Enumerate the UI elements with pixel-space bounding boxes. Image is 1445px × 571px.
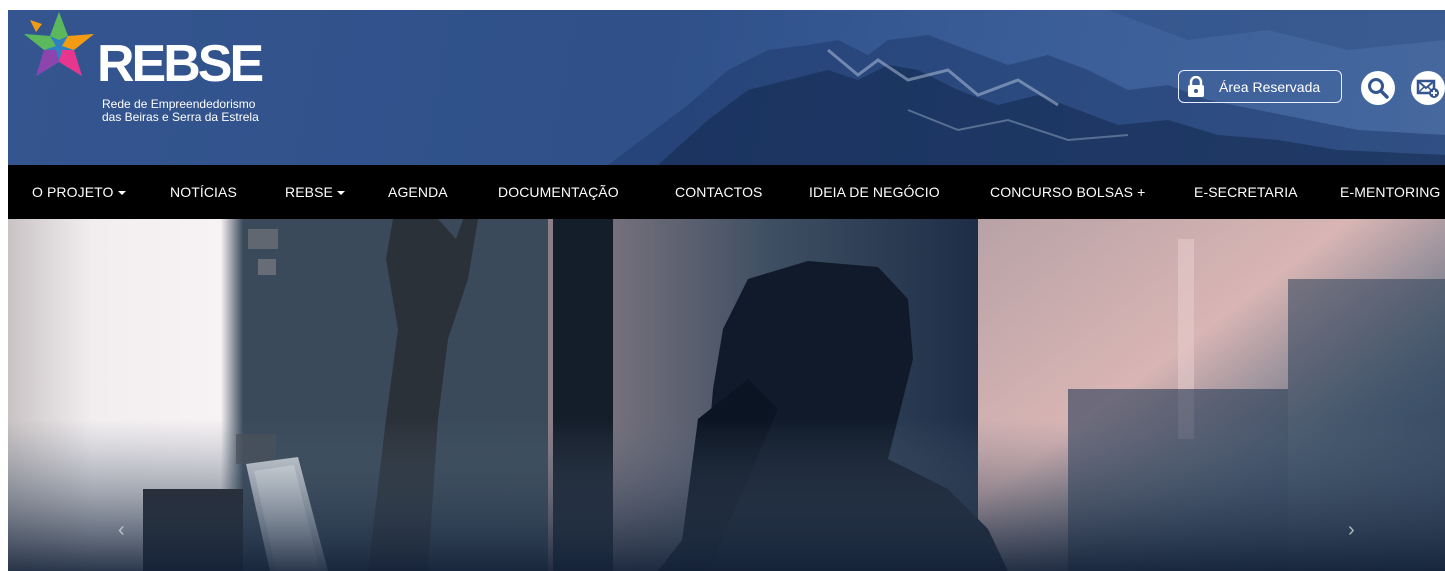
logo-tagline: Rede de Empreendedorismo das Beiras e Se… bbox=[102, 98, 302, 124]
nav-item-rebse[interactable]: REBSE bbox=[285, 165, 345, 219]
logo-wordmark: REBSE bbox=[97, 35, 264, 93]
nav-item-label: CONTACTOS bbox=[675, 184, 763, 200]
carousel-next-button[interactable]: › bbox=[1348, 519, 1355, 542]
nav-item-agenda[interactable]: AGENDA bbox=[388, 165, 448, 219]
nav-item-label: DOCUMENTAÇÃO bbox=[498, 184, 619, 200]
hero-carousel: ‹ › bbox=[8, 219, 1445, 571]
nav-item-contactos[interactable]: CONTACTOS bbox=[675, 165, 763, 219]
mail-add-icon bbox=[1416, 79, 1439, 98]
caret-down-icon bbox=[336, 191, 345, 196]
nav-item-label: E-SECRETARIA bbox=[1194, 184, 1298, 200]
search-icon bbox=[1368, 78, 1389, 99]
nav-item-e-mentoring[interactable]: E-MENTORING bbox=[1340, 165, 1440, 219]
nav-item-label: REBSE bbox=[285, 184, 333, 200]
nav-item-label: NOTÍCIAS bbox=[170, 184, 237, 200]
lock-icon bbox=[1188, 75, 1204, 97]
carousel-prev-button[interactable]: ‹ bbox=[118, 519, 125, 542]
nav-item-documentacao[interactable]: DOCUMENTAÇÃO bbox=[498, 165, 619, 219]
nav-item-label: E-MENTORING bbox=[1340, 184, 1441, 200]
nav-item-concurso-bolsas[interactable]: CONCURSO BOLSAS + bbox=[990, 165, 1145, 219]
site-logo[interactable]: REBSE Rede de Empreendedorismo das Beira… bbox=[22, 10, 312, 140]
area-reservada-button[interactable]: Área Reservada bbox=[1178, 70, 1342, 103]
nav-item-noticias[interactable]: NOTÍCIAS bbox=[170, 165, 237, 219]
logo-tagline-line2: das Beiras e Serra da Estrela bbox=[102, 110, 259, 124]
nav-item-o-projeto[interactable]: O PROJETO bbox=[32, 165, 126, 219]
main-navigation: O PROJETO NOTÍCIAS REBSE AGENDA DOCUMENT… bbox=[8, 165, 1445, 219]
site-header: REBSE Rede de Empreendedorismo das Beira… bbox=[8, 10, 1445, 165]
nav-item-ideia-de-negocio[interactable]: IDEIA DE NEGÓCIO bbox=[809, 165, 940, 219]
star-logo-icon bbox=[24, 12, 94, 76]
caret-down-icon bbox=[117, 191, 126, 196]
search-button[interactable] bbox=[1361, 71, 1395, 105]
hero-image bbox=[8, 219, 1445, 571]
area-reservada-label: Área Reservada bbox=[1219, 78, 1321, 95]
page: REBSE Rede de Empreendedorismo das Beira… bbox=[0, 0, 1445, 571]
nav-item-label: CONCURSO BOLSAS + bbox=[990, 184, 1146, 200]
nav-item-label: O PROJETO bbox=[32, 184, 114, 200]
nav-item-e-secretaria[interactable]: E-SECRETARIA bbox=[1194, 165, 1298, 219]
newsletter-button[interactable] bbox=[1411, 71, 1445, 105]
nav-item-label: IDEIA DE NEGÓCIO bbox=[809, 184, 940, 200]
nav-item-label: AGENDA bbox=[388, 184, 448, 200]
